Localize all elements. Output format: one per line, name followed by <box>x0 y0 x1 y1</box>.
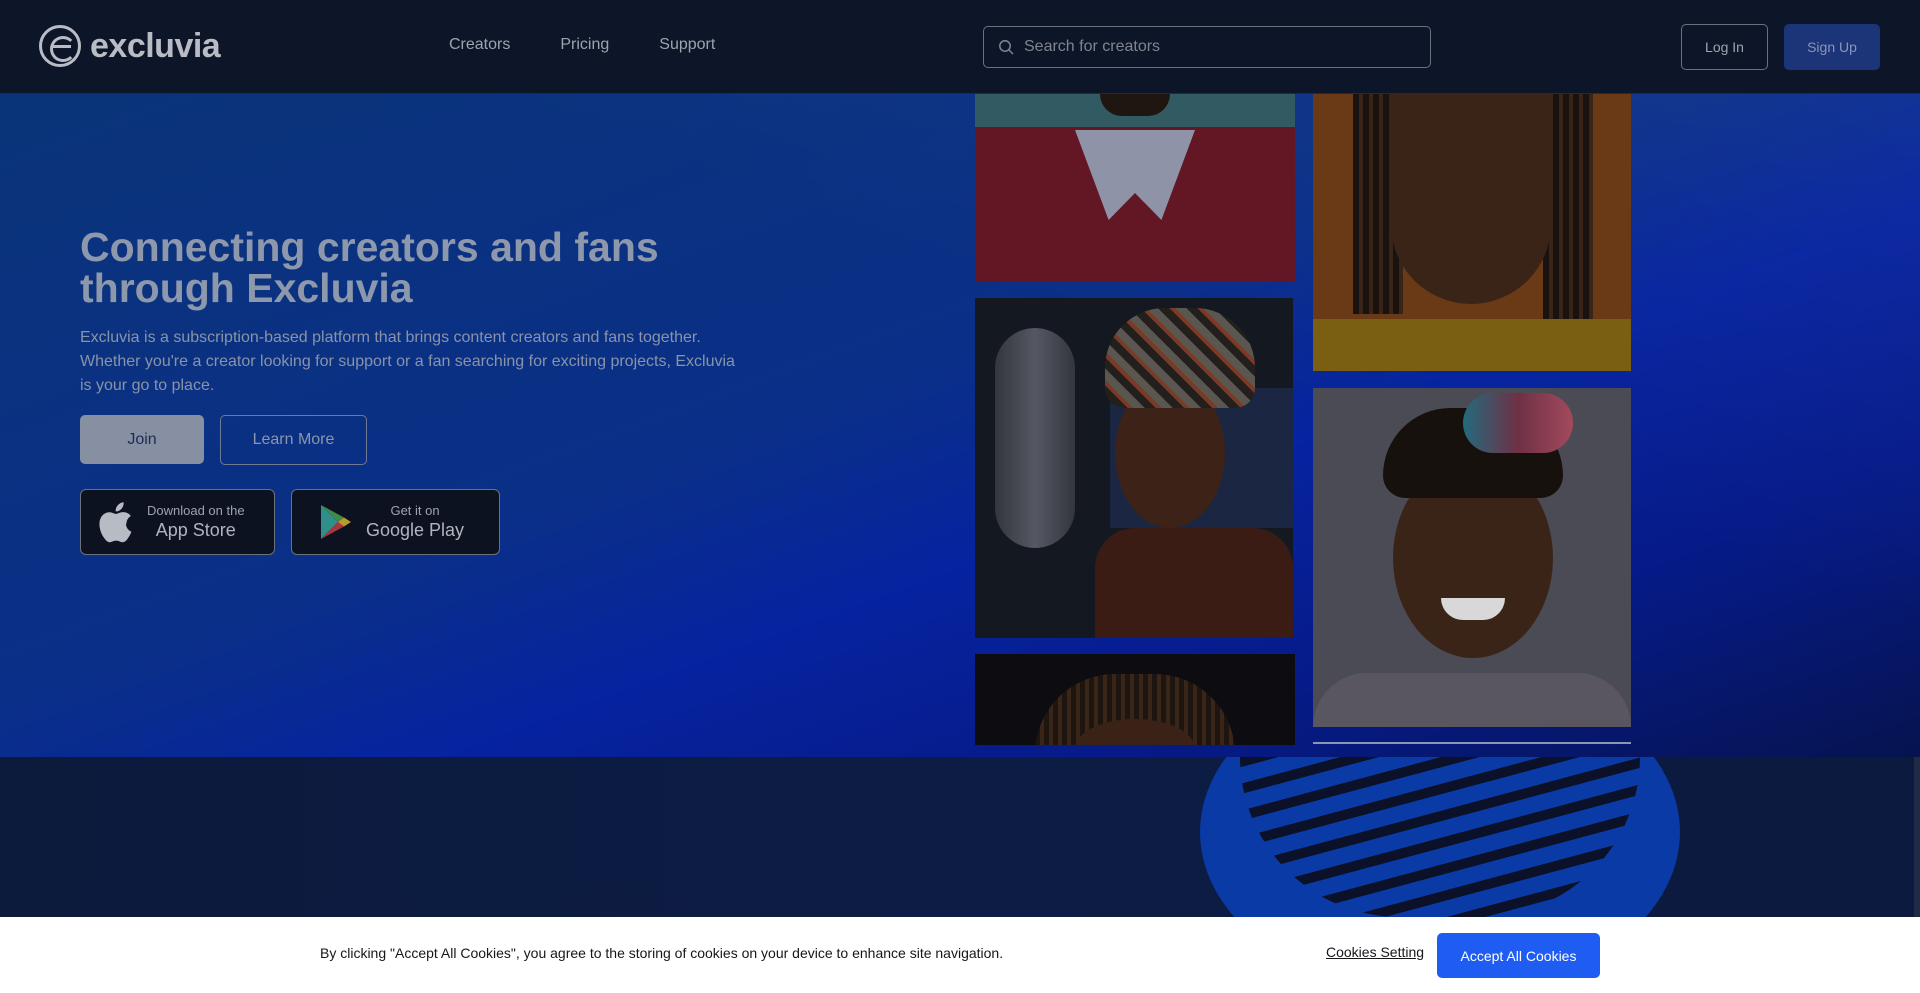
apple-icon <box>99 502 132 543</box>
join-button[interactable]: Join <box>80 415 204 464</box>
creator-photo-singer-microphone <box>975 298 1293 638</box>
creator-photo-man-red-sweater <box>975 94 1295 282</box>
photo-edge <box>1313 742 1631 744</box>
creator-photo-smiling-woman <box>1313 388 1631 727</box>
google-play-icon <box>321 505 351 539</box>
brand-name: excluvia <box>90 26 221 65</box>
microphone-banner <box>0 757 1920 917</box>
cookies-setting-link[interactable]: Cookies Setting <box>1326 944 1424 960</box>
nav-item-pricing[interactable]: Pricing <box>560 36 609 54</box>
cookie-banner: By clicking "Accept All Cookies", you ag… <box>0 917 1920 993</box>
search-input[interactable] <box>1024 38 1404 56</box>
accept-all-cookies-button[interactable]: Accept All Cookies <box>1437 933 1600 978</box>
app-store-caption: Download on the <box>147 502 245 518</box>
learn-more-button[interactable]: Learn More <box>220 415 367 465</box>
creator-photo-woman-braids <box>1313 94 1631 371</box>
google-play-name: Google Play <box>366 519 465 540</box>
app-store-button[interactable]: Download on the App Store <box>80 489 275 555</box>
site-header: excluvia Creators Pricing Support Log In… <box>0 0 1920 94</box>
creator-photo-man-locs <box>975 654 1295 745</box>
hero-title: Connecting creators and fans through Exc… <box>80 224 659 311</box>
brand-logo[interactable]: excluvia <box>39 25 221 67</box>
search-icon <box>999 40 1014 55</box>
cookie-message: By clicking "Accept All Cookies", you ag… <box>320 945 1004 961</box>
search-box <box>983 26 1431 68</box>
google-play-caption: Get it on <box>390 502 440 518</box>
nav-item-creators[interactable]: Creators <box>449 36 510 54</box>
google-play-button[interactable]: Get it on Google Play <box>291 489 500 555</box>
app-store-name: App Store <box>155 519 236 540</box>
signup-button[interactable]: Sign Up <box>1784 24 1880 70</box>
page-scrollbar[interactable] <box>1914 757 1920 917</box>
login-button[interactable]: Log In <box>1681 24 1768 70</box>
hero-section: Connecting creators and fans through Exc… <box>0 94 1920 757</box>
excluvia-logo-icon <box>39 25 81 67</box>
hero-description: Excluvia is a subscription-based platfor… <box>80 329 735 394</box>
nav-item-support[interactable]: Support <box>659 36 715 54</box>
main-nav: Creators Pricing Support <box>449 36 715 54</box>
